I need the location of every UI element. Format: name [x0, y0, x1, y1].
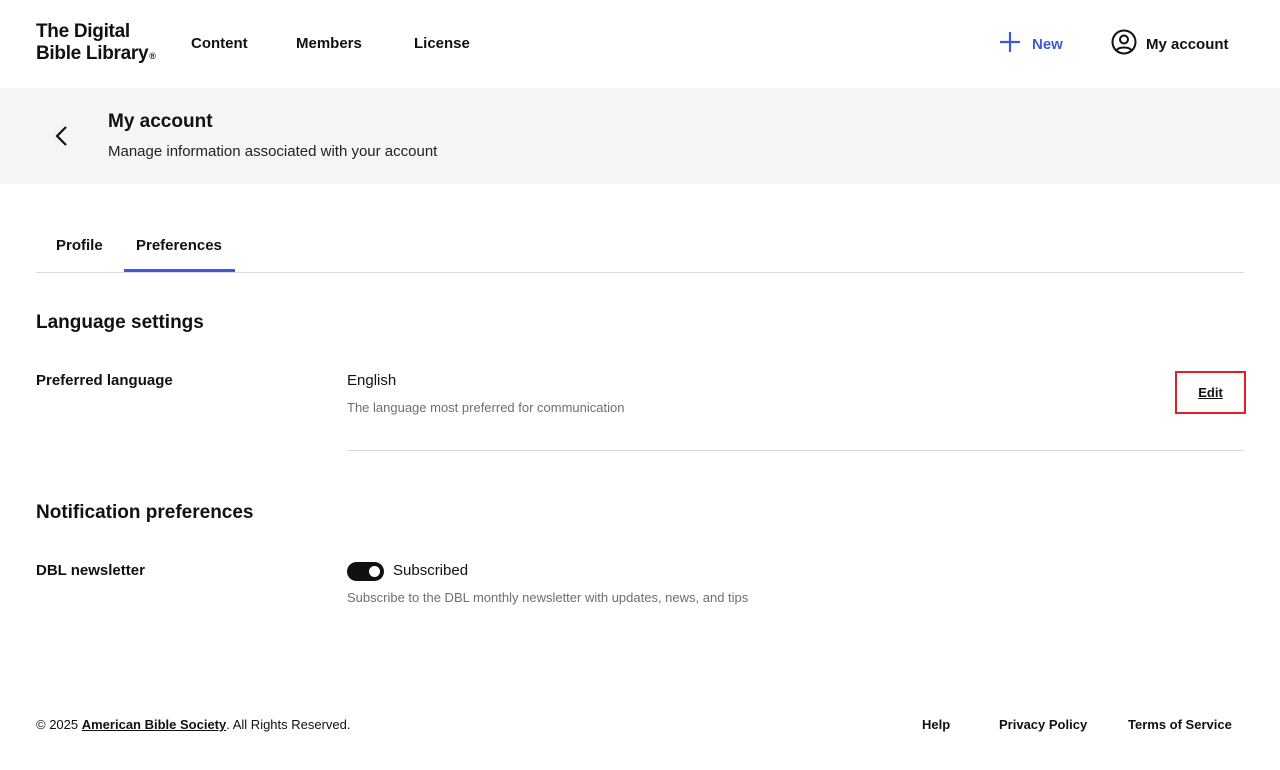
help-link[interactable]: Help	[922, 716, 950, 734]
toggle-knob	[369, 566, 380, 577]
american-bible-society-link[interactable]: American Bible Society	[82, 717, 227, 732]
copyright-prefix: © 2025	[36, 717, 82, 732]
tab-preferences[interactable]: Preferences	[136, 236, 222, 256]
nav-license-link[interactable]: License	[414, 34, 470, 54]
language-settings-heading: Language settings	[36, 312, 204, 333]
new-button[interactable]: New	[998, 31, 1063, 57]
newsletter-help: Subscribe to the DBL monthly newsletter …	[347, 590, 749, 605]
chevron-left-icon	[50, 126, 74, 152]
my-account-label: My account	[1146, 35, 1229, 53]
account-tabs: Profile Preferences	[36, 220, 1244, 273]
back-button[interactable]	[50, 124, 74, 148]
active-tab-indicator	[124, 269, 235, 272]
notification-preferences-heading: Notification preferences	[36, 502, 254, 523]
section-divider	[347, 450, 1244, 451]
newsletter-label: DBL newsletter	[36, 562, 145, 579]
nav-content-link[interactable]: Content	[191, 34, 248, 54]
page-subtitle: Manage information associated with your …	[108, 143, 438, 160]
page-title: My account	[108, 111, 213, 132]
user-circle-icon	[1111, 29, 1137, 59]
terms-of-service-link[interactable]: Terms of Service	[1128, 716, 1232, 734]
copyright: © 2025 American Bible Society. All Right…	[36, 716, 351, 734]
registered-mark: ®	[149, 51, 156, 61]
preferred-language-help: The language most preferred for communic…	[347, 400, 625, 415]
privacy-policy-link[interactable]: Privacy Policy	[999, 716, 1087, 734]
my-account-button[interactable]: My account	[1111, 29, 1229, 59]
page-header: My account Manage information associated…	[0, 88, 1280, 184]
site-logo[interactable]: The Digital Bible Library®	[36, 21, 156, 65]
plus-icon	[998, 30, 1022, 58]
logo-line-2: Bible Library	[36, 43, 149, 64]
preferred-language-value: English	[347, 372, 397, 389]
preferred-language-label: Preferred language	[36, 372, 173, 389]
copyright-suffix: . All Rights Reserved.	[226, 717, 351, 732]
logo-line-1: The Digital	[36, 21, 130, 42]
top-nav: The Digital Bible Library® Content Membe…	[0, 0, 1280, 88]
tab-profile[interactable]: Profile	[56, 236, 103, 256]
edit-language-button[interactable]: Edit	[1175, 371, 1246, 414]
newsletter-toggle[interactable]	[347, 562, 384, 581]
new-button-label: New	[1032, 35, 1063, 53]
newsletter-toggle-label: Subscribed	[393, 562, 469, 579]
nav-members-link[interactable]: Members	[296, 34, 362, 54]
